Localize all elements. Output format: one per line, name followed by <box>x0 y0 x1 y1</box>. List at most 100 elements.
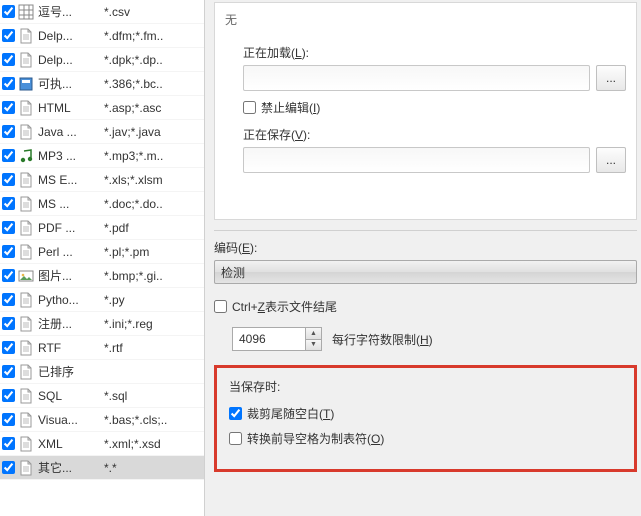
filetype-checkbox[interactable] <box>2 389 15 402</box>
filetype-row[interactable]: Delp...*.dpk;*.dp.. <box>0 48 204 72</box>
filetype-ext: *.xml;*.xsd <box>98 437 204 451</box>
filetype-name: RTF <box>38 341 98 355</box>
convert-leading-checkbox[interactable] <box>229 432 242 445</box>
loading-browse-button[interactable]: ... <box>596 65 626 91</box>
filetype-name: MS E... <box>38 173 98 187</box>
filetype-ext: *.py <box>98 293 204 307</box>
exe-icon <box>18 76 34 92</box>
filetype-name: MS ... <box>38 197 98 211</box>
filetype-row[interactable]: Java ...*.jav;*.java <box>0 120 204 144</box>
forbid-edit-checkbox[interactable] <box>243 101 256 114</box>
filetype-checkbox[interactable] <box>2 413 15 426</box>
filetype-checkbox[interactable] <box>2 293 15 306</box>
saving-path-input[interactable] <box>243 147 590 173</box>
filetype-checkbox[interactable] <box>2 437 15 450</box>
doc-icon <box>18 340 34 356</box>
filetype-ext: *.doc;*.do.. <box>98 197 204 211</box>
filetype-ext: *.jav;*.java <box>98 125 204 139</box>
loading-path-input[interactable] <box>243 65 590 91</box>
filetype-row[interactable]: PDF ...*.pdf <box>0 216 204 240</box>
encoding-select[interactable]: 检测 <box>214 260 637 284</box>
filetype-row[interactable]: 其它...*.* <box>0 456 204 480</box>
filetype-name: 已排序 <box>38 363 98 380</box>
filetype-row[interactable]: 已排序 <box>0 360 204 384</box>
filetype-checkbox[interactable] <box>2 173 15 186</box>
filetype-checkbox[interactable] <box>2 245 15 258</box>
doc-icon <box>18 316 34 332</box>
doc-icon <box>18 28 34 44</box>
ellipsis-icon: ... <box>606 71 616 85</box>
filetype-row[interactable]: 注册...*.ini;*.reg <box>0 312 204 336</box>
ctrlz-row: Ctrl+Z 表示文件结尾 <box>214 298 637 315</box>
filetype-name: Delp... <box>38 29 98 43</box>
grid-icon <box>18 4 34 20</box>
filetype-ext: *.sql <box>98 389 204 403</box>
filetype-ext: *.pl;*.pm <box>98 245 204 259</box>
trim-trailing-checkbox[interactable] <box>229 407 242 420</box>
filetype-list: 逗号...*.csvDelp...*.dfm;*.fm..Delp...*.dp… <box>0 0 204 480</box>
filetype-ext: *.pdf <box>98 221 204 235</box>
filetype-row[interactable]: MS ...*.doc;*.do.. <box>0 192 204 216</box>
filetype-row[interactable]: 图片...*.bmp;*.gi.. <box>0 264 204 288</box>
filetype-ext: *.dfm;*.fm.. <box>98 29 204 43</box>
ctrlz-checkbox[interactable] <box>214 300 227 313</box>
doc-icon <box>18 412 34 428</box>
filetype-row[interactable]: HTML*.asp;*.asc <box>0 96 204 120</box>
filetype-row[interactable]: 可执...*.386;*.bc.. <box>0 72 204 96</box>
filetype-checkbox[interactable] <box>2 77 15 90</box>
filetype-checkbox[interactable] <box>2 269 15 282</box>
filetype-row[interactable]: MP3 ...*.mp3;*.m.. <box>0 144 204 168</box>
line-limit-value: 4096 <box>239 332 266 346</box>
spinner-down-icon[interactable]: ▼ <box>305 340 321 351</box>
filetype-checkbox[interactable] <box>2 365 15 378</box>
ellipsis-icon: ... <box>606 153 616 167</box>
doc-icon <box>18 220 34 236</box>
filetype-row[interactable]: RTF*.rtf <box>0 336 204 360</box>
filetype-checkbox[interactable] <box>2 317 15 330</box>
pic-icon <box>18 268 34 284</box>
filetype-ext: *.bas;*.cls;.. <box>98 413 204 427</box>
doc-icon <box>18 364 34 380</box>
filetype-row[interactable]: Pytho...*.py <box>0 288 204 312</box>
filetype-list-panel: 逗号...*.csvDelp...*.dfm;*.fm..Delp...*.dp… <box>0 0 205 516</box>
doc-icon <box>18 460 34 476</box>
filetype-checkbox[interactable] <box>2 125 15 138</box>
filetype-row[interactable]: XML*.xml;*.xsd <box>0 432 204 456</box>
filetype-row[interactable]: Visua...*.bas;*.cls;.. <box>0 408 204 432</box>
doc-icon <box>18 52 34 68</box>
filetype-checkbox[interactable] <box>2 5 15 18</box>
saving-browse-button[interactable]: ... <box>596 147 626 173</box>
spinner-up-icon[interactable]: ▲ <box>305 328 321 340</box>
doc-icon <box>18 196 34 212</box>
filetype-checkbox[interactable] <box>2 29 15 42</box>
filetype-checkbox[interactable] <box>2 197 15 210</box>
none-label: 无 <box>225 11 626 28</box>
filetype-name: Perl ... <box>38 245 98 259</box>
filetype-row[interactable]: SQL*.sql <box>0 384 204 408</box>
doc-icon <box>18 388 34 404</box>
filetype-checkbox[interactable] <box>2 461 15 474</box>
filetype-checkbox[interactable] <box>2 341 15 354</box>
loading-label: 正在加载(L): <box>243 44 626 61</box>
filetype-row[interactable]: 逗号...*.csv <box>0 0 204 24</box>
filetype-checkbox[interactable] <box>2 101 15 114</box>
filetype-ext: *.* <box>98 461 204 475</box>
filetype-row[interactable]: MS E...*.xls;*.xlsm <box>0 168 204 192</box>
filetype-name: 逗号... <box>38 3 98 20</box>
filetype-row[interactable]: Delp...*.dfm;*.fm.. <box>0 24 204 48</box>
filetype-checkbox[interactable] <box>2 221 15 234</box>
filetype-ext: *.dpk;*.dp.. <box>98 53 204 67</box>
filetype-checkbox[interactable] <box>2 149 15 162</box>
filetype-ext: *.ini;*.reg <box>98 317 204 331</box>
filetype-name: 图片... <box>38 267 98 284</box>
filetype-checkbox[interactable] <box>2 53 15 66</box>
doc-icon <box>18 100 34 116</box>
divider <box>214 230 637 231</box>
line-limit-label: 每行字符数限制(H) <box>332 331 433 348</box>
filetype-row[interactable]: Perl ...*.pl;*.pm <box>0 240 204 264</box>
io-group: 无 正在加载(L): ... 禁止编辑(I) 正在保存(V): ... <box>214 2 637 220</box>
doc-icon <box>18 244 34 260</box>
line-limit-spinner[interactable]: 4096 ▲ ▼ <box>232 327 322 351</box>
filetype-name: SQL <box>38 389 98 403</box>
doc-icon <box>18 172 34 188</box>
